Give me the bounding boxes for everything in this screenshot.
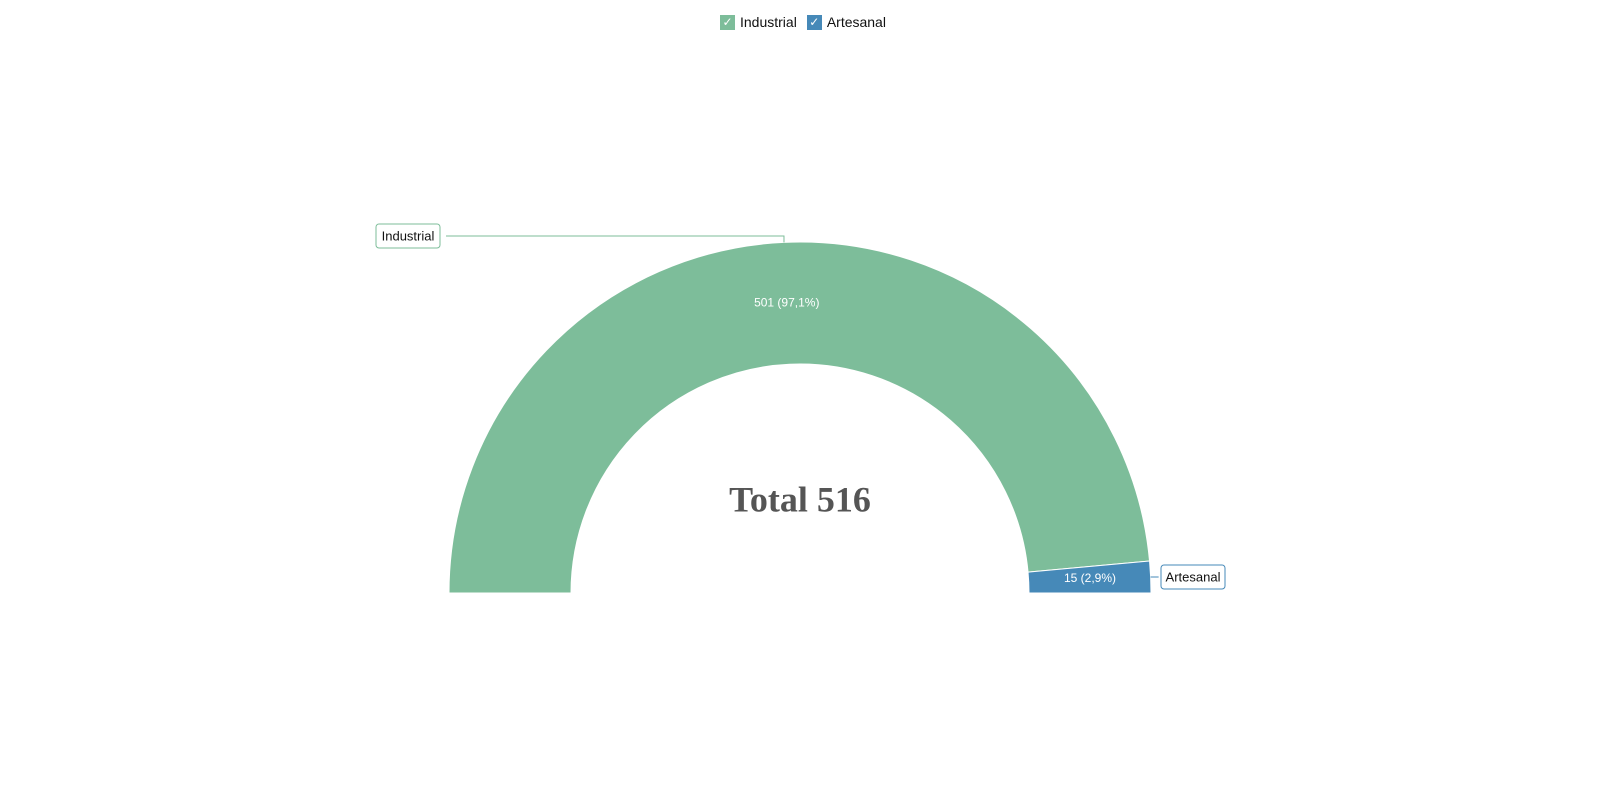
callout-line-industrial (446, 235, 785, 243)
center-total-label: Total 516 (729, 479, 871, 519)
callout-label-industrial: Industrial (382, 228, 435, 243)
data-label-artesanal: 15 (2,9%) (1064, 571, 1116, 585)
data-label-industrial: 501 (97,1%) (754, 295, 819, 309)
callout-label-artesanal: Artesanal (1166, 569, 1221, 584)
chart-area: ✓ Industrial ✓ Artesanal 501 (97,1%) Indu… (0, 0, 1600, 785)
semi-donut-chart: 501 (97,1%) Industrial 15 (2,9%) Artesanal T… (375, 223, 1226, 594)
callout-industrial: Industrial (375, 223, 785, 249)
callout-artesanal: Artesanal (1150, 564, 1226, 590)
